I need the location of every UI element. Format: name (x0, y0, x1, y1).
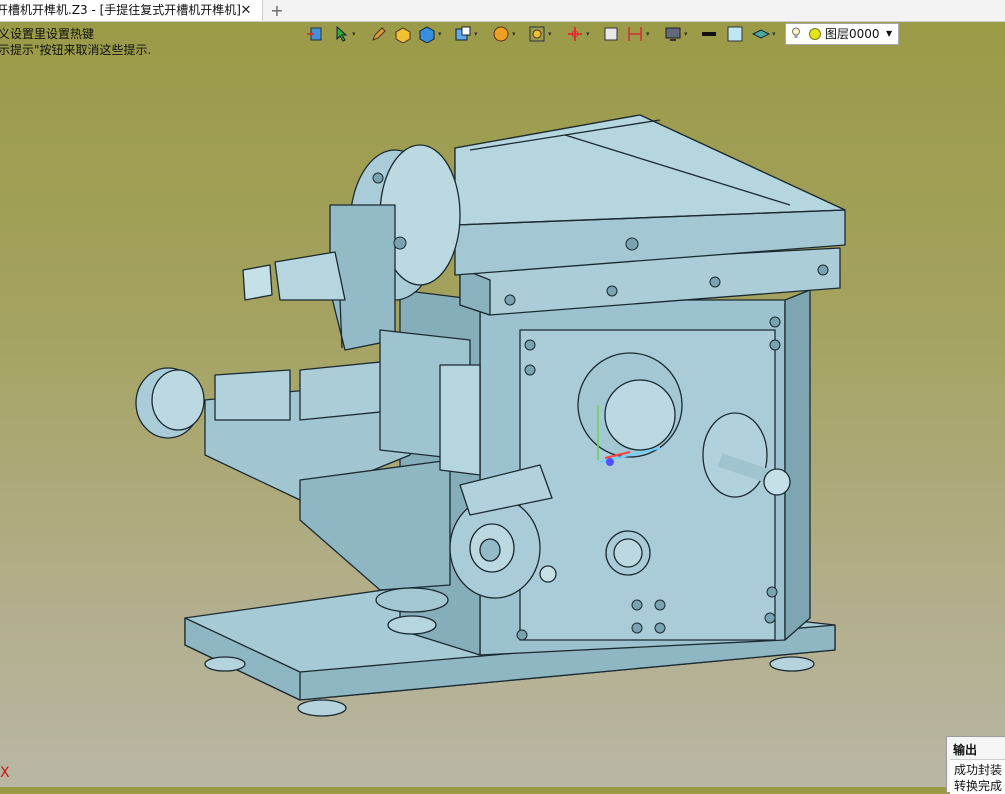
hint-line-2: 示提示"按钮来取消这些提示. (0, 43, 152, 57)
chevron-down-icon[interactable]: ▾ (512, 30, 516, 38)
output-panel: 输出 成功封装 转换完成 (946, 736, 1005, 794)
add-tab-button[interactable]: + (268, 0, 286, 21)
chevron-down-icon[interactable]: ▾ (352, 30, 356, 38)
chevron-down-icon[interactable]: ▾ (684, 30, 688, 38)
output-title: 输出 (953, 743, 978, 757)
pen-icon[interactable] (370, 25, 388, 43)
output-line: 转换完成 (954, 779, 1003, 793)
line-style-icon[interactable] (700, 25, 718, 43)
chevron-down-icon[interactable]: ▾ (586, 30, 590, 38)
monitor-icon[interactable] (664, 25, 682, 43)
zoom-fit-icon[interactable] (528, 25, 546, 43)
document-tab[interactable]: 开槽机开榫机.Z3 - [手提往复式开槽机开榫机] ✕ (0, 0, 263, 21)
box-icon[interactable] (394, 25, 412, 43)
color-icon[interactable] (726, 25, 744, 43)
layer-stack-icon[interactable] (752, 25, 770, 43)
layer-select[interactable]: 图层0000 ▼ (785, 23, 899, 45)
document-tab-bar: 开槽机开榫机.Z3 - [手提往复式开槽机开榫机] ✕ + (0, 0, 1005, 22)
frame-icon[interactable] (602, 25, 620, 43)
hint-line-1: 义设置里设置热键 (0, 27, 95, 41)
axis-icon[interactable] (566, 25, 584, 43)
chevron-down-icon[interactable]: ▾ (438, 30, 442, 38)
chevron-down-icon[interactable]: ▾ (772, 30, 776, 38)
view-cube-icon[interactable] (454, 25, 472, 43)
chevron-down-icon[interactable]: ▾ (548, 30, 552, 38)
chevron-down-icon[interactable]: ▾ (646, 30, 650, 38)
chevron-down-icon[interactable]: ▾ (474, 30, 478, 38)
upper-table (454, 114, 846, 316)
output-line: 成功封装 (954, 763, 1003, 777)
dimension-icon[interactable] (626, 25, 644, 43)
layer-name: 图层0000 (825, 27, 880, 41)
output-log: 成功封装 转换完成 (950, 759, 1005, 794)
import-icon[interactable] (306, 25, 324, 43)
document-tab-title: 开槽机开榫机.Z3 - [手提往复式开槽机开榫机] (0, 3, 241, 17)
close-icon[interactable]: ✕ (239, 0, 253, 21)
solid-icon[interactable] (418, 25, 436, 43)
lightbulb-icon[interactable] (791, 27, 801, 39)
render-sphere-icon[interactable] (492, 25, 510, 43)
pointer-icon[interactable] (332, 25, 350, 43)
axis-x-label: X (0, 765, 10, 781)
layer-color-swatch (809, 28, 821, 40)
dropdown-arrow-icon[interactable]: ▼ (886, 24, 892, 44)
3d-viewport[interactable] (0, 0, 1005, 787)
